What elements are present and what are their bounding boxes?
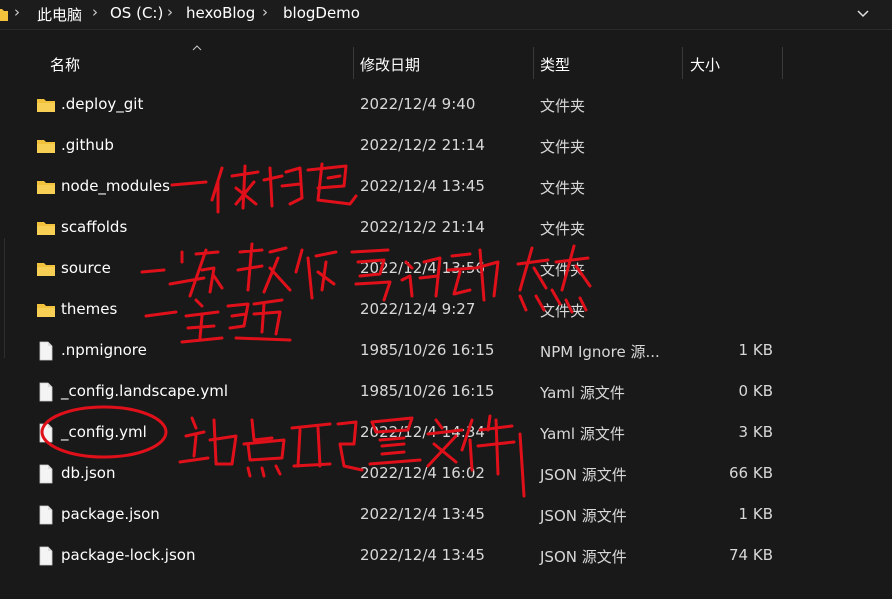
table-row[interactable]: scaffolds 2022/12/2 21:14 文件夹: [0, 207, 892, 248]
breadcrumb-drive-c[interactable]: OS (C:): [110, 4, 163, 22]
file-date: 2022/12/4 13:45: [360, 505, 485, 523]
file-name: package-lock.json: [61, 546, 196, 564]
column-name[interactable]: 名称: [50, 54, 80, 75]
file-name: _config.landscape.yml: [61, 382, 228, 400]
file-type: 文件夹: [540, 138, 586, 156]
column-divider[interactable]: [682, 47, 683, 79]
file-icon: [39, 464, 53, 484]
table-row[interactable]: _config.yml 2022/12/4 14:34 Yaml 源文件 3 K…: [0, 412, 892, 453]
column-divider[interactable]: [353, 47, 354, 79]
breadcrumb-separator[interactable]: ›: [14, 3, 20, 21]
column-date[interactable]: 修改日期: [360, 54, 420, 75]
file-type: 文件夹: [540, 179, 586, 197]
file-date: 2022/12/2 21:14: [360, 136, 485, 154]
file-type: JSON 源文件: [540, 548, 627, 566]
file-date: 2022/12/4 9:27: [360, 300, 476, 318]
file-name: _config.yml: [61, 423, 147, 441]
file-size: 74 KB: [729, 546, 773, 564]
folder-icon: [37, 99, 55, 112]
file-size: 66 KB: [729, 464, 773, 482]
file-type: JSON 源文件: [540, 507, 627, 525]
table-row[interactable]: themes 2022/12/4 9:27 文件夹: [0, 289, 892, 330]
column-divider[interactable]: [533, 47, 534, 79]
file-name: package.json: [61, 505, 160, 523]
file-icon: [39, 546, 53, 566]
file-size: 0 KB: [738, 382, 773, 400]
table-row[interactable]: db.json 2022/12/4 16:02 JSON 源文件 66 KB: [0, 453, 892, 494]
file-date: 2022/12/2 21:14: [360, 218, 485, 236]
column-size[interactable]: 大小: [690, 54, 720, 75]
file-type: JSON 源文件: [540, 466, 627, 484]
table-row[interactable]: _config.landscape.yml 1985/10/26 16:15 Y…: [0, 371, 892, 412]
file-icon: [39, 382, 53, 402]
file-name: source: [61, 259, 111, 277]
column-header: 名称 修改日期 类型 大小: [0, 40, 892, 88]
file-name: themes: [61, 300, 118, 318]
folder-icon: [37, 140, 55, 153]
table-row[interactable]: package.json 2022/12/4 13:45 JSON 源文件 1 …: [0, 494, 892, 535]
folder-icon: [37, 263, 55, 276]
breadcrumb-separator[interactable]: ›: [92, 3, 98, 21]
file-type: 文件夹: [540, 220, 586, 238]
folder-icon: [37, 181, 55, 194]
breadcrumb-blogdemo[interactable]: blogDemo: [283, 4, 360, 22]
breadcrumb-separator[interactable]: ›: [262, 3, 268, 21]
file-size: 1 KB: [738, 341, 773, 359]
folder-icon: [0, 9, 8, 21]
file-type: NPM Ignore 源...: [540, 343, 660, 361]
table-row[interactable]: package-lock.json 2022/12/4 13:45 JSON 源…: [0, 535, 892, 576]
file-size: 3 KB: [738, 423, 773, 441]
address-bar[interactable]: › 此电脑 › OS (C:) › hexoBlog › blogDemo: [0, 0, 892, 30]
table-row[interactable]: .npmignore 1985/10/26 16:15 NPM Ignore 源…: [0, 330, 892, 371]
file-type: Yaml 源文件: [540, 384, 625, 402]
file-name: .npmignore: [61, 341, 147, 359]
file-icon: [39, 423, 53, 443]
file-name: .deploy_git: [61, 95, 144, 113]
file-date: 2022/12/4 13:56: [360, 259, 485, 277]
folder-icon: [37, 304, 55, 317]
file-icon: [39, 505, 53, 525]
file-date: 2022/12/4 9:40: [360, 95, 476, 113]
folder-icon: [37, 222, 55, 235]
file-name: .github: [61, 136, 114, 154]
file-name: scaffolds: [61, 218, 128, 236]
file-type: Yaml 源文件: [540, 425, 625, 443]
file-date: 2022/12/4 16:02: [360, 464, 485, 482]
file-date: 2022/12/4 13:45: [360, 177, 485, 195]
file-type: 文件夹: [540, 302, 586, 320]
file-name: node_modules: [61, 177, 170, 195]
file-size: 1 KB: [738, 505, 773, 523]
column-type[interactable]: 类型: [540, 54, 570, 75]
file-date: 1985/10/26 16:15: [360, 382, 495, 400]
chevron-down-icon[interactable]: [856, 3, 870, 23]
table-row[interactable]: .deploy_git 2022/12/4 9:40 文件夹: [0, 84, 892, 125]
table-row[interactable]: node_modules 2022/12/4 13:45 文件夹: [0, 166, 892, 207]
file-date: 2022/12/4 13:45: [360, 546, 485, 564]
breadcrumb-this-pc[interactable]: 此电脑: [37, 4, 82, 25]
file-date: 1985/10/26 16:15: [360, 341, 495, 359]
file-type: 文件夹: [540, 97, 586, 115]
file-type: 文件夹: [540, 261, 586, 279]
table-row[interactable]: source 2022/12/4 13:56 文件夹: [0, 248, 892, 289]
breadcrumb-hexoblog[interactable]: hexoBlog: [186, 4, 255, 22]
column-divider[interactable]: [782, 47, 783, 79]
sort-ascending-icon: [192, 43, 202, 54]
file-icon: [39, 341, 53, 361]
table-row[interactable]: .github 2022/12/2 21:14 文件夹: [0, 125, 892, 166]
file-date: 2022/12/4 14:34: [360, 423, 485, 441]
file-name: db.json: [61, 464, 116, 482]
breadcrumb-separator[interactable]: ›: [167, 3, 173, 21]
